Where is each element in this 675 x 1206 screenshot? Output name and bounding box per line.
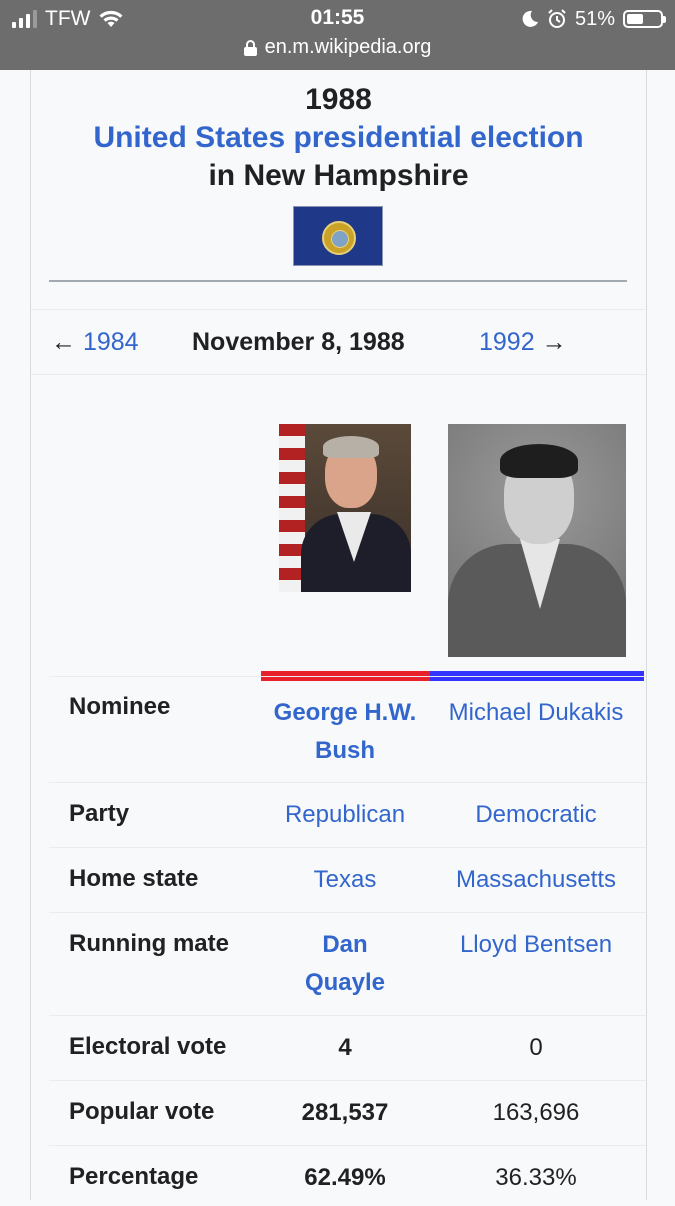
label-nominee: Nominee [69, 693, 171, 720]
election-date: November 8, 1988 [192, 328, 405, 356]
prev-election-link[interactable]: ← 1984 [51, 328, 139, 357]
prev-election-year[interactable]: 1984 [83, 328, 139, 356]
url-bar[interactable]: en.m.wikipedia.org [0, 36, 675, 59]
nominee-bush-link[interactable]: George H.W. Bush [254, 694, 436, 770]
label-popular-vote: Popular vote [69, 1098, 215, 1125]
bush-portrait[interactable] [279, 424, 411, 592]
label-party: Party [69, 800, 130, 827]
election-nav: ← 1984 November 8, 1988 1992 → [31, 309, 646, 375]
moon-icon [522, 10, 538, 27]
row-running-mate: Running mate Dan Quayle Lloyd Bentsen [49, 912, 646, 1015]
dukakis-portrait[interactable] [448, 424, 626, 657]
title-year: 1988 [305, 83, 372, 116]
status-bar: TFW 01:55 51% en.m.wikipedia.org [0, 0, 675, 70]
home-state-texas-link[interactable]: Texas [254, 861, 436, 899]
divider [49, 280, 627, 282]
title-state: in New Hampshire [208, 159, 469, 192]
election-infobox: 1988 United States presidential election… [30, 70, 647, 1200]
row-nominee: Nominee George H.W. Bush Michael Dukakis [49, 676, 646, 782]
arrow-right-icon: → [541, 328, 567, 356]
row-electoral-vote: Electoral vote 4 0 [49, 1015, 646, 1080]
infobox-title: 1988 United States presidential election… [31, 81, 646, 195]
popular-vote-bush: 281,537 [301, 1099, 389, 1126]
electoral-vote-dukakis: 0 [529, 1034, 543, 1061]
row-home-state: Home state Texas Massachusetts [49, 847, 646, 912]
label-electoral-vote: Electoral vote [69, 1033, 227, 1060]
state-seal-icon [322, 221, 356, 255]
new-hampshire-flag[interactable] [293, 206, 383, 266]
battery-fill [627, 14, 643, 24]
title-election-link[interactable]: United States presidential election [31, 119, 646, 157]
percentage-bush: 62.49% [304, 1164, 386, 1191]
home-state-massachusetts-link[interactable]: Massachusetts [438, 861, 634, 899]
party-democratic-link[interactable]: Democratic [438, 796, 634, 834]
party-republican-link[interactable]: Republican [254, 796, 436, 834]
label-home-state: Home state [69, 865, 199, 892]
running-mate-quayle-link[interactable]: Dan Quayle [282, 926, 408, 1002]
arrow-left-icon: ← [51, 328, 76, 356]
alarm-icon [548, 9, 566, 28]
running-mate-bentsen-link[interactable]: Lloyd Bentsen [438, 926, 634, 964]
row-party: Party Republican Democratic [49, 782, 646, 847]
next-election-link[interactable]: 1992 → [479, 328, 567, 357]
next-election-year[interactable]: 1992 [479, 328, 535, 356]
battery-percent: 51% [574, 7, 615, 30]
percentage-dukakis: 36.33% [495, 1164, 577, 1191]
status-right: 51% [521, 6, 666, 32]
label-running-mate: Running mate [69, 930, 229, 957]
row-percentage: Percentage 62.49% 36.33% [49, 1145, 646, 1206]
label-percentage: Percentage [69, 1163, 199, 1190]
nominee-dukakis-link[interactable]: Michael Dukakis [438, 694, 634, 732]
row-popular-vote: Popular vote 281,537 163,696 [49, 1080, 646, 1145]
infobox-rows: Nominee George H.W. Bush Michael Dukakis… [49, 676, 646, 1206]
popular-vote-dukakis: 163,696 [492, 1099, 580, 1126]
lock-icon [243, 39, 257, 56]
electoral-vote-bush: 4 [338, 1034, 352, 1061]
url-text[interactable]: en.m.wikipedia.org [265, 36, 432, 59]
battery-icon [623, 10, 666, 28]
